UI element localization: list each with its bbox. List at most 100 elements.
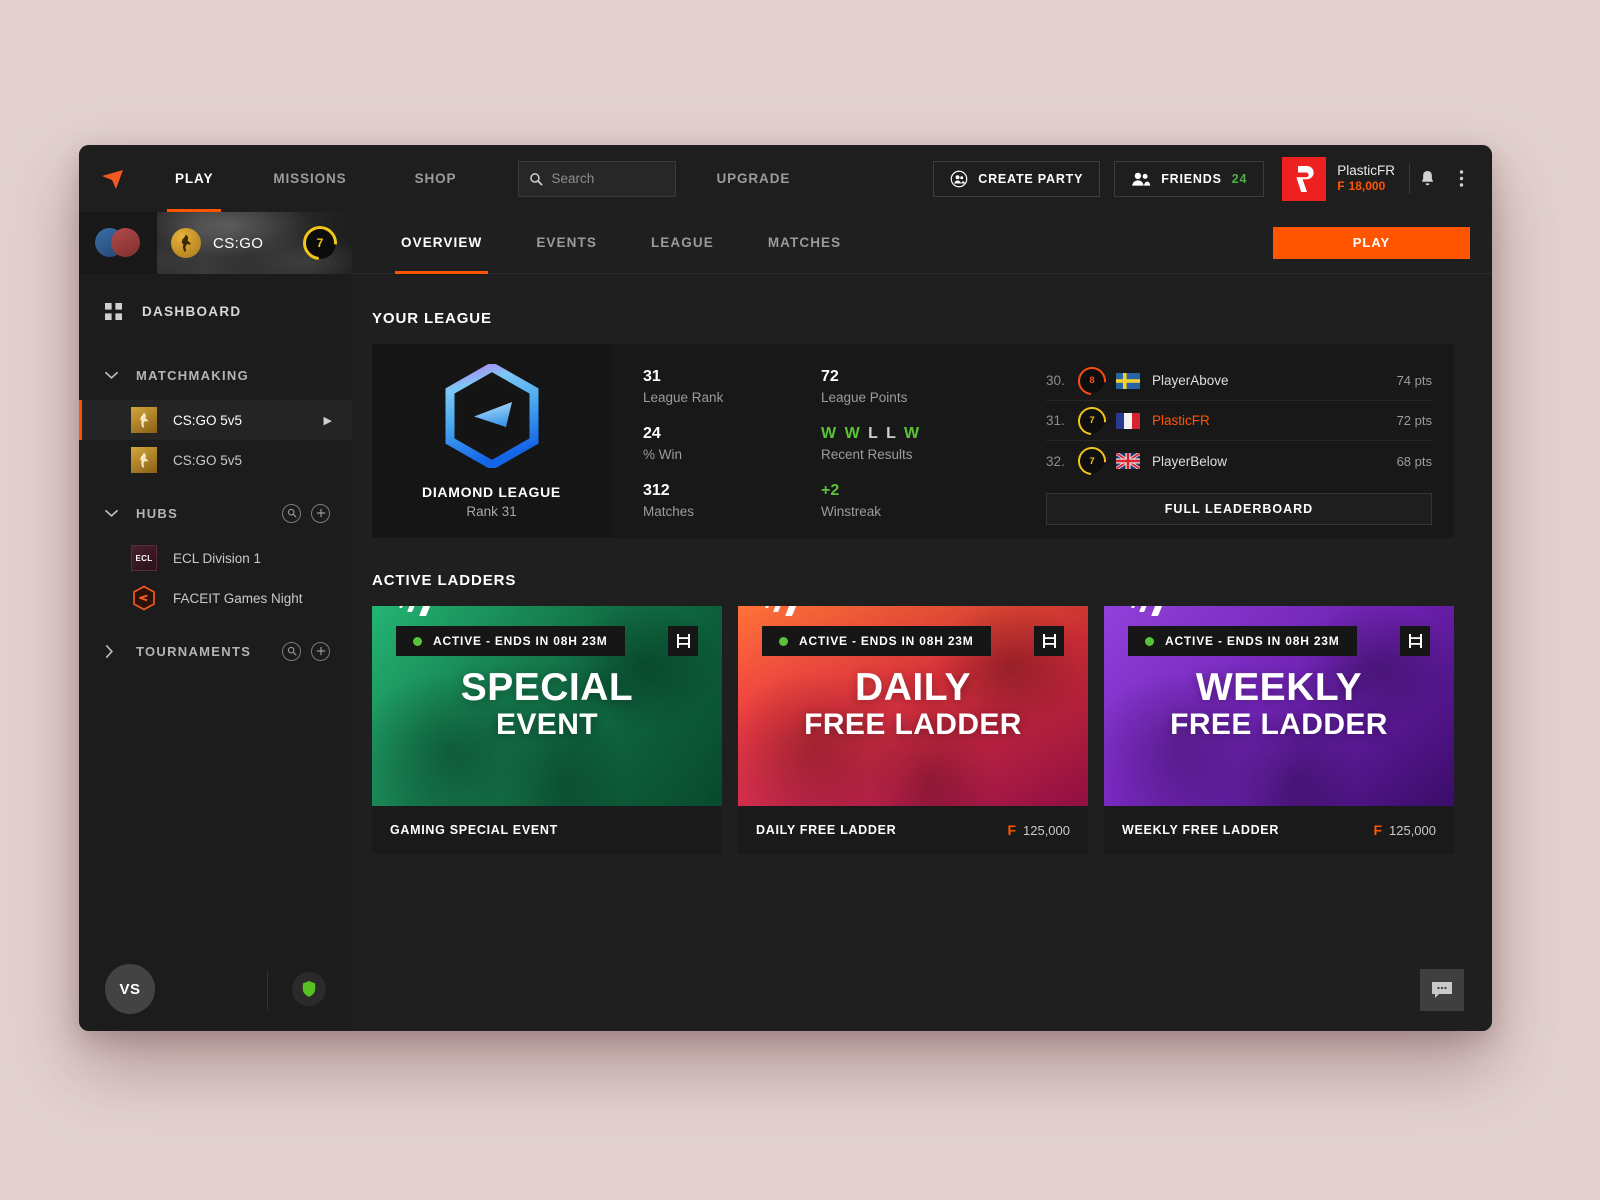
ladder-artwork-line2: EVENT	[495, 707, 599, 741]
tab-overview[interactable]: OVERVIEW	[374, 212, 509, 274]
play-triangle-icon[interactable]: ▶	[324, 414, 332, 427]
leaderboard-points: 74 pts	[1396, 373, 1432, 388]
leaderboard-row[interactable]: 30. 8 PlayerAbove 74 pts	[1046, 361, 1432, 401]
faceit-hub-hex-icon	[131, 585, 157, 611]
faceit-arrow-logo-icon[interactable]	[97, 162, 131, 196]
nav-link-play[interactable]: PLAY	[145, 145, 243, 212]
full-leaderboard-button[interactable]: FULL LEADERBOARD	[1046, 493, 1432, 525]
main-content: OVERVIEW EVENTS LEAGUE MATCHES PLAY YOUR…	[352, 212, 1492, 1031]
recent-result-0: W	[821, 425, 839, 442]
sidebar-item-csgo-5v5-primary[interactable]: CS:GO 5v5 ▶	[79, 400, 352, 440]
leaderboard-row[interactable]: 31. 7 PlasticFR 72 pts	[1046, 401, 1432, 441]
sidebar-item-ecl-division-1[interactable]: ECL ECL Division 1	[79, 538, 352, 578]
nav-link-missions[interactable]: MISSIONS	[243, 145, 376, 212]
game-name: CS:GO	[213, 234, 264, 252]
play-button[interactable]: PLAY	[1273, 226, 1470, 259]
ladder-card-special-event[interactable]: ACTIVE - ENDS IN 08H 23M SPECIAL EVENT G…	[372, 606, 722, 854]
sidebar-item-csgo-5v5-primary-label: CS:GO 5v5	[173, 412, 243, 428]
avatar-red-icon[interactable]	[111, 228, 140, 257]
ladder-prize-amount: 125,000	[1023, 822, 1070, 838]
search-placeholder: Search	[551, 171, 595, 186]
hubs-add-icon[interactable]	[311, 503, 330, 523]
csgo-thumbnail-icon	[131, 407, 157, 433]
sidebar-section-tournaments[interactable]: TOURNAMENTS	[79, 626, 352, 676]
anticheat-shield-button[interactable]	[292, 972, 326, 1006]
sidebar-section-tournaments-title: TOURNAMENTS	[136, 643, 252, 659]
tab-events[interactable]: EVENTS	[509, 212, 624, 274]
create-party-button[interactable]: CREATE PARTY	[933, 160, 1101, 197]
sidebar-item-csgo-5v5-secondary[interactable]: CS:GO 5v5	[79, 440, 352, 480]
game-selector-bar[interactable]: CS:GO 7	[79, 212, 352, 274]
tournaments-add-icon[interactable]	[311, 641, 330, 661]
sidebar-item-dashboard[interactable]: DASHBOARD	[79, 280, 352, 342]
notifications-bell-icon[interactable]	[1410, 159, 1444, 199]
csgo-game-icon	[171, 228, 201, 258]
skill-level-badge: 7	[304, 227, 336, 259]
chat-button[interactable]	[1420, 969, 1464, 1011]
ladder-card-daily-free-ladder[interactable]: ACTIVE - ENDS IN 08H 23M DAILY FREE LADD…	[738, 606, 1088, 854]
ecl-hub-icon: ECL	[131, 545, 157, 571]
nav-right-group: CREATE PARTY FRIENDS 24 PlasticFR F 18,0…	[933, 156, 1478, 201]
chevron-down-icon	[105, 371, 118, 379]
avatar[interactable]	[1282, 156, 1327, 201]
stat-winstreak-value: +2	[821, 482, 840, 499]
stat-league-points-label: League Points	[821, 390, 908, 405]
nav-link-shop[interactable]: SHOP	[377, 145, 487, 212]
sidebar-item-faceit-games-night[interactable]: FACEIT Games Night	[79, 578, 352, 618]
sidebar-item-faceit-games-night-label: FACEIT Games Night	[173, 590, 303, 606]
current-game[interactable]: CS:GO	[157, 228, 263, 258]
leaderboard-position: 31.	[1046, 413, 1065, 428]
ladder-footer: WEEKLY FREE LADDER F 125,000	[1104, 806, 1454, 854]
ladder-artwork-line2: FREE LADDER	[1170, 707, 1388, 741]
leaderboard-player-name: PlayerBelow	[1152, 453, 1228, 469]
stat-matches-label: Matches	[643, 504, 695, 519]
sidebar-footer-divider	[267, 971, 268, 1011]
friends-button[interactable]: FRIENDS 24	[1114, 160, 1265, 197]
kebab-menu-icon[interactable]	[1444, 159, 1478, 199]
league-card: DIAMOND LEAGUE Rank 31 31 League Rank 72…	[372, 344, 1454, 538]
top-navigation-bar: PLAY MISSIONS SHOP Search UPGRADE CREATE…	[79, 145, 1492, 212]
tab-matches[interactable]: MATCHES	[741, 212, 868, 274]
stat-league-points-value: 72	[821, 368, 839, 385]
your-league-section-title: YOUR LEAGUE	[372, 310, 492, 327]
csgo-thumbnail-icon	[131, 447, 157, 473]
stat-recent-results-label: Recent Results	[821, 447, 913, 462]
recent-result-3: L	[886, 425, 898, 442]
dashboard-grid-icon	[105, 302, 122, 320]
ladder-artwork-title: DAILY FREE LADDER	[738, 668, 1088, 741]
ladder-artwork: ACTIVE - ENDS IN 08H 23M	[1104, 606, 1454, 806]
profile-chip[interactable]: PlasticFR F 18,000	[1282, 156, 1409, 201]
nav-link-upgrade[interactable]: UPGRADE	[686, 145, 820, 212]
sidebar-footer: VS	[79, 947, 352, 1031]
tab-league[interactable]: LEAGUE	[624, 212, 741, 274]
sidebar-section-matchmaking[interactable]: MATCHMAKING	[79, 350, 352, 400]
vs-button[interactable]: VS	[105, 964, 155, 1014]
sidebar-item-dashboard-label: DASHBOARD	[142, 303, 242, 319]
primary-nav-links: PLAY MISSIONS SHOP	[145, 145, 486, 212]
ladder-status-text: ACTIVE - ENDS IN 08H 23M	[433, 634, 608, 648]
hubs-search-icon[interactable]	[282, 503, 301, 523]
app-window: PLAY MISSIONS SHOP Search UPGRADE CREATE…	[79, 145, 1492, 1031]
ladder-brand-icon	[1034, 626, 1064, 656]
profile-meta: PlasticFR F 18,000	[1326, 163, 1409, 195]
sidebar-item-ecl-division-1-label: ECL Division 1	[173, 550, 262, 566]
leaderboard-row[interactable]: 32. 7 PlayerBelow 68 pts	[1046, 441, 1432, 481]
stat-league-rank: 31 League Rank	[643, 368, 821, 405]
league-badge-column: DIAMOND LEAGUE Rank 31	[372, 344, 611, 538]
ladder-card-weekly-free-ladder[interactable]: ACTIVE - ENDS IN 08H 23M WEEKLY FREE LAD…	[1104, 606, 1454, 854]
game-avatars-group[interactable]	[79, 212, 157, 274]
tournaments-actions	[282, 641, 330, 661]
ladder-artwork: ACTIVE - ENDS IN 08H 23M	[738, 606, 1088, 806]
sidebar-section-hubs[interactable]: HUBS	[79, 488, 352, 538]
league-stats-grid: 31 League Rank 72 League Points 24 % Win	[611, 344, 1036, 538]
active-ladders-section-title: ACTIVE LADDERS	[372, 572, 517, 589]
ladder-brand-icon	[1400, 626, 1430, 656]
ladder-name: DAILY FREE LADDER	[756, 823, 897, 837]
profile-coins: F 18,000	[1337, 179, 1395, 194]
stat-recent-results: W W L L W Recent Results	[821, 425, 1036, 462]
search-input[interactable]: Search	[518, 160, 677, 197]
skill-level-badge-icon: 8	[1080, 368, 1104, 393]
friends-icon	[1132, 172, 1151, 186]
tournaments-search-icon[interactable]	[282, 641, 301, 661]
stat-win-percent: 24 % Win	[643, 425, 821, 462]
